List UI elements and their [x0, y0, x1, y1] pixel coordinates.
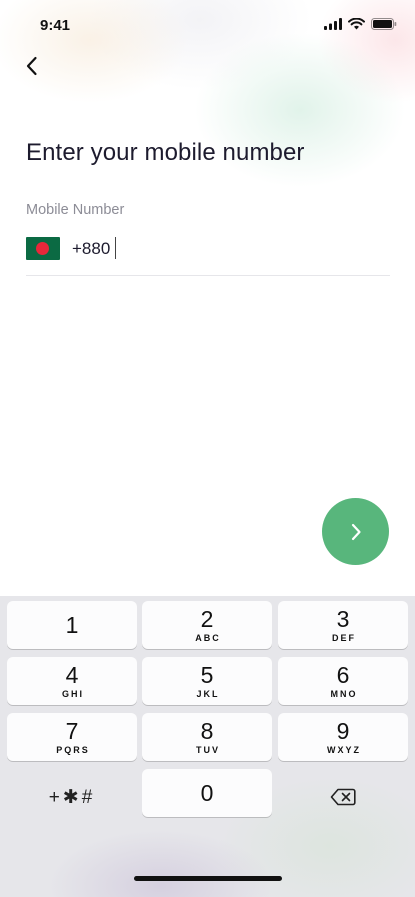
- key-number: 0: [200, 780, 214, 806]
- symbols-key[interactable]: +✱#: [7, 773, 137, 821]
- key-number: 8: [200, 718, 214, 744]
- key-number: 4: [65, 662, 79, 688]
- key-number: 9: [336, 718, 350, 744]
- text-cursor: [115, 237, 116, 259]
- key-letters: WXYZ: [327, 745, 361, 755]
- key-9[interactable]: 9 WXYZ: [278, 713, 408, 761]
- home-indicator[interactable]: [134, 876, 282, 881]
- next-button[interactable]: [322, 498, 389, 565]
- chevron-left-icon: [26, 56, 37, 76]
- status-bar: 9:41: [0, 0, 415, 50]
- key-letters: PQRS: [56, 745, 90, 755]
- wifi-icon: [348, 18, 365, 30]
- back-button[interactable]: [18, 52, 46, 80]
- status-time: 9:41: [40, 17, 71, 34]
- key-letters: MNO: [330, 689, 358, 699]
- page-title: Enter your mobile number: [26, 139, 305, 166]
- key-5[interactable]: 5 JKL: [142, 657, 272, 705]
- signal-icon: [324, 18, 342, 30]
- key-6[interactable]: 6 MNO: [278, 657, 408, 705]
- status-icons: [324, 18, 397, 30]
- key-number: 3: [336, 606, 350, 632]
- mobile-number-label: Mobile Number: [26, 202, 125, 218]
- key-0[interactable]: 0: [142, 769, 272, 817]
- delete-key[interactable]: [278, 773, 408, 821]
- key-number: 2: [200, 606, 214, 632]
- key-3[interactable]: 3 DEF: [278, 601, 408, 649]
- mobile-number-field[interactable]: +880: [26, 236, 390, 276]
- key-letters: GHI: [61, 689, 84, 699]
- key-1[interactable]: 1: [7, 601, 137, 649]
- key-number: 1: [65, 612, 79, 638]
- key-8[interactable]: 8 TUV: [142, 713, 272, 761]
- key-letters: JKL: [196, 689, 220, 699]
- bangladesh-flag-icon[interactable]: [26, 237, 60, 260]
- key-7[interactable]: 7 PQRS: [7, 713, 137, 761]
- country-code: +880: [72, 239, 111, 258]
- key-2[interactable]: 2 ABC: [142, 601, 272, 649]
- key-number: 7: [65, 718, 79, 744]
- key-number: 6: [336, 662, 350, 688]
- key-letters: DEF: [332, 633, 356, 643]
- chevron-right-icon: [351, 523, 361, 540]
- phone-screen: 9:41 Enter your mobile number Mobile Num…: [0, 0, 415, 897]
- key-letters: TUV: [196, 745, 220, 755]
- flag-circle: [36, 242, 49, 255]
- key-number: 5: [200, 662, 214, 688]
- backspace-icon: [330, 788, 356, 806]
- key-letters: ABC: [195, 633, 221, 643]
- key-4[interactable]: 4 GHI: [7, 657, 137, 705]
- battery-icon: [371, 18, 397, 30]
- numeric-keypad: 1 2 ABC 3 DEF 4 GHI 5 JKL 6 MNO 7 PQRS 8: [0, 596, 415, 897]
